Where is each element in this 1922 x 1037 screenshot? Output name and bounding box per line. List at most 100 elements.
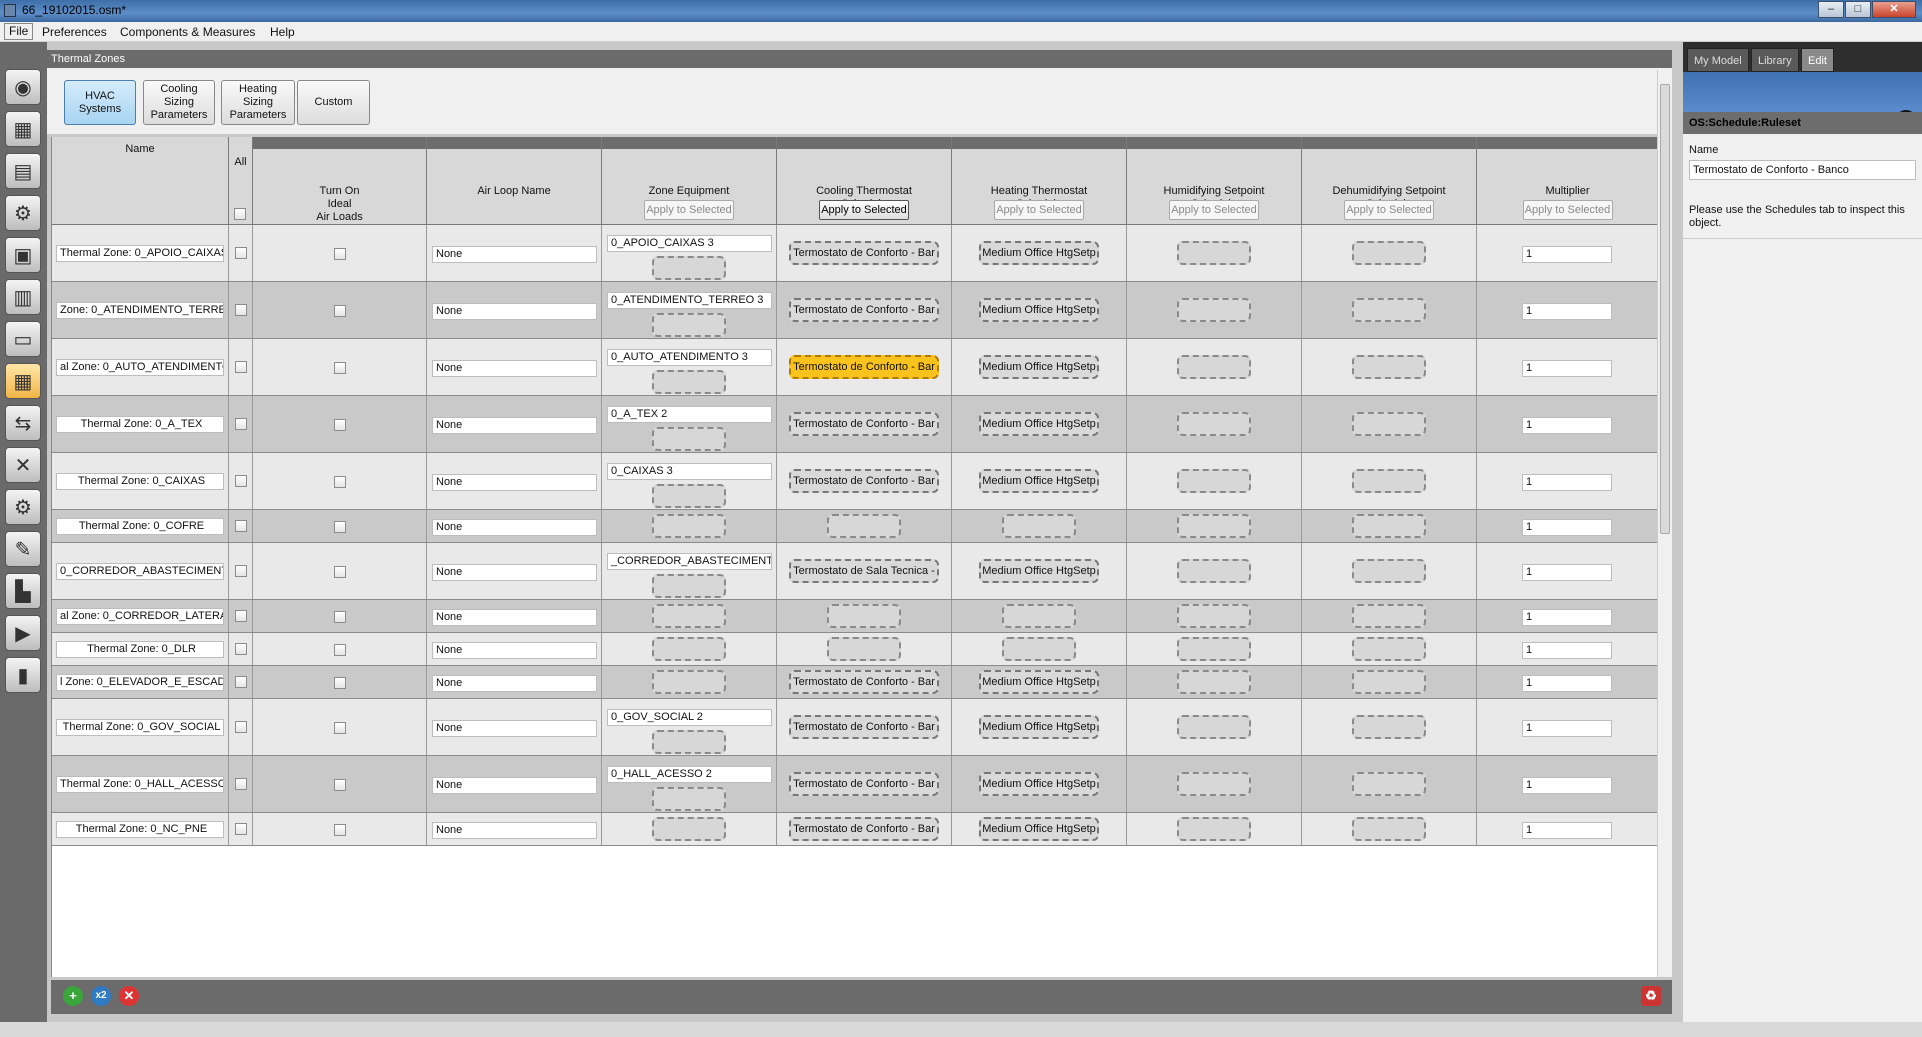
maximize-button[interactable]: □: [1845, 1, 1871, 18]
zone-equipment-drop-zone[interactable]: [652, 427, 726, 451]
heating-schedule[interactable]: Medium Office HtgSetp: [979, 298, 1099, 322]
site-icon[interactable]: ◉: [5, 69, 41, 105]
dehumidifying-schedule-drop-zone[interactable]: [1352, 817, 1426, 841]
cooling-schedule[interactable]: Termostato de Conforto - Bar: [789, 355, 939, 379]
heating-schedule-drop-zone[interactable]: [1002, 514, 1076, 538]
zone-equipment-item[interactable]: 0_APOIO_CAIXAS 3: [607, 235, 772, 252]
air-loop-name-field[interactable]: None: [432, 564, 597, 581]
dehumidifying-schedule-drop-zone[interactable]: [1352, 355, 1426, 379]
dehumidifying-schedule-drop-zone[interactable]: [1352, 715, 1426, 739]
humidifying-schedule-drop-zone[interactable]: [1177, 604, 1251, 628]
multiplier-field[interactable]: 1: [1522, 720, 1612, 737]
zone-name-field[interactable]: al Zone: 0_AUTO_ATENDIMENTO: [56, 359, 224, 376]
apply-mult-button[interactable]: Apply to Selected: [1522, 200, 1613, 220]
row-select-checkbox[interactable]: [235, 721, 247, 733]
air-loop-name-field[interactable]: None: [432, 519, 597, 536]
table-row[interactable]: Thermal Zone: 0_A_TEX None 0_A_TEX 2 Termos…: [52, 396, 1657, 453]
heating-schedule[interactable]: Medium Office HtgSetp: [979, 670, 1099, 694]
humidifying-schedule-drop-zone[interactable]: [1177, 298, 1251, 322]
menu-preferences[interactable]: Preferences: [42, 25, 107, 39]
zone-name-field[interactable]: Thermal Zone: 0_A_TEX: [56, 416, 224, 433]
run-simulation-icon[interactable]: ▶: [5, 615, 41, 651]
row-select-checkbox[interactable]: [235, 361, 247, 373]
tab-custom[interactable]: Custom: [297, 80, 370, 125]
multiplier-field[interactable]: 1: [1522, 642, 1612, 659]
heating-schedule[interactable]: Medium Office HtgSetp: [979, 715, 1099, 739]
cooling-schedule[interactable]: Termostato de Conforto - Bar: [789, 412, 939, 436]
ideal-air-loads-checkbox[interactable]: [334, 362, 346, 374]
zone-equipment-drop-zone[interactable]: [652, 370, 726, 394]
multiplier-field[interactable]: 1: [1522, 246, 1612, 263]
humidifying-schedule-drop-zone[interactable]: [1177, 817, 1251, 841]
close-window-button[interactable]: ✕: [1872, 1, 1916, 18]
heating-schedule[interactable]: Medium Office HtgSetp: [979, 355, 1099, 379]
cooling-schedule[interactable]: Termostato de Conforto - Bar: [789, 715, 939, 739]
table-row[interactable]: Thermal Zone: 0_GOV_SOCIAL None 0_GOV_SOCI…: [52, 699, 1657, 756]
table-row[interactable]: al Zone: 0_AUTO_ATENDIMENTO None 0_AUTO_AT…: [52, 339, 1657, 396]
heating-schedule-drop-zone[interactable]: [1002, 637, 1076, 661]
table-row[interactable]: l Zone: 0_ELEVADOR_E_ESCADA None Termostat…: [52, 666, 1657, 699]
heating-schedule[interactable]: Medium Office HtgSetp: [979, 559, 1099, 583]
zone-equipment-drop-zone[interactable]: [652, 787, 726, 811]
row-select-checkbox[interactable]: [235, 520, 247, 532]
tab-library[interactable]: Library: [1751, 48, 1799, 72]
zone-equipment-item[interactable]: 0_HALL_ACESSO 2: [607, 766, 772, 783]
zone-name-field[interactable]: Thermal Zone: 0_DLR: [56, 641, 224, 658]
ideal-air-loads-checkbox[interactable]: [334, 521, 346, 533]
zone-equipment-drop-zone[interactable]: [652, 514, 726, 538]
multiplier-field[interactable]: 1: [1522, 609, 1612, 626]
row-select-checkbox[interactable]: [235, 565, 247, 577]
dehumidifying-schedule-drop-zone[interactable]: [1352, 604, 1426, 628]
dehumidifying-schedule-drop-zone[interactable]: [1352, 637, 1426, 661]
ideal-air-loads-checkbox[interactable]: [334, 419, 346, 431]
zone-equipment-drop-zone[interactable]: [652, 313, 726, 337]
tab-cooling-sizing[interactable]: Cooling Sizing Parameters: [143, 80, 215, 125]
humidifying-schedule-drop-zone[interactable]: [1177, 412, 1251, 436]
loads-icon[interactable]: ⚙: [5, 195, 41, 231]
zone-name-field[interactable]: 0_CORREDOR_ABASTECIMENTO: [56, 563, 224, 580]
duplicate-zone-icon[interactable]: x2: [91, 986, 111, 1006]
results-summary-icon[interactable]: ▮: [5, 657, 41, 693]
zone-equipment-item[interactable]: 0_AUTO_ATENDIMENTO 3: [607, 349, 772, 366]
zone-equipment-drop-zone[interactable]: [652, 637, 726, 661]
zone-name-field[interactable]: Thermal Zone: 0_GOV_SOCIAL: [56, 719, 224, 736]
cooling-schedule-drop-zone[interactable]: [827, 514, 901, 538]
cooling-schedule[interactable]: Termostato de Conforto - Bar: [789, 817, 939, 841]
add-zone-icon[interactable]: +: [63, 986, 83, 1006]
air-loop-name-field[interactable]: None: [432, 675, 597, 692]
multiplier-field[interactable]: 1: [1522, 303, 1612, 320]
air-loop-name-field[interactable]: None: [432, 474, 597, 491]
simulation-settings-icon[interactable]: ✎: [5, 531, 41, 567]
tab-edit[interactable]: Edit: [1801, 48, 1834, 72]
humidifying-schedule-drop-zone[interactable]: [1177, 514, 1251, 538]
tab-heating-sizing[interactable]: Heating Sizing Parameters: [221, 80, 295, 125]
row-select-checkbox[interactable]: [235, 304, 247, 316]
schedule-name-field[interactable]: Termostato de Conforto - Banco: [1689, 160, 1916, 180]
zone-equipment-item[interactable]: 0_CAIXAS 3: [607, 463, 772, 480]
air-loop-name-field[interactable]: None: [432, 642, 597, 659]
ideal-air-loads-checkbox[interactable]: [334, 611, 346, 623]
thermal-zones-icon[interactable]: ▦: [5, 363, 41, 399]
humidifying-schedule-drop-zone[interactable]: [1177, 355, 1251, 379]
scrollbar-thumb[interactable]: [1660, 84, 1670, 534]
heating-schedule[interactable]: Medium Office HtgSetp: [979, 241, 1099, 265]
ideal-air-loads-checkbox[interactable]: [334, 824, 346, 836]
table-row[interactable]: Thermal Zone: 0_NC_PNE None Termostato de …: [52, 813, 1657, 846]
remove-zone-icon[interactable]: ✕: [119, 986, 139, 1006]
table-row[interactable]: Thermal Zone: 0_DLR None 1: [52, 633, 1657, 666]
air-loop-name-field[interactable]: None: [432, 720, 597, 737]
table-row[interactable]: Zone: 0_ATENDIMENTO_TERREO None 0_ATENDIME…: [52, 282, 1657, 339]
hvac-systems-icon[interactable]: ⇆: [5, 405, 41, 441]
zone-equipment-item[interactable]: 0_GOV_SOCIAL 2: [607, 709, 772, 726]
apply-humid-button[interactable]: Apply to Selected: [1169, 200, 1259, 220]
apply-cooling-button[interactable]: Apply to Selected: [819, 200, 909, 220]
humidifying-schedule-drop-zone[interactable]: [1177, 637, 1251, 661]
zone-equipment-drop-zone[interactable]: [652, 817, 726, 841]
table-row[interactable]: Thermal Zone: 0_CAIXAS None 0_CAIXAS 3 Term…: [52, 453, 1657, 510]
multiplier-field[interactable]: 1: [1522, 417, 1612, 434]
multiplier-field[interactable]: 1: [1522, 675, 1612, 692]
cooling-schedule[interactable]: Termostato de Conforto - Bar: [789, 241, 939, 265]
purge-icon[interactable]: ♻: [1641, 986, 1661, 1006]
zone-equipment-item[interactable]: 0_ATENDIMENTO_TERREO 3: [607, 292, 772, 309]
multiplier-field[interactable]: 1: [1522, 360, 1612, 377]
